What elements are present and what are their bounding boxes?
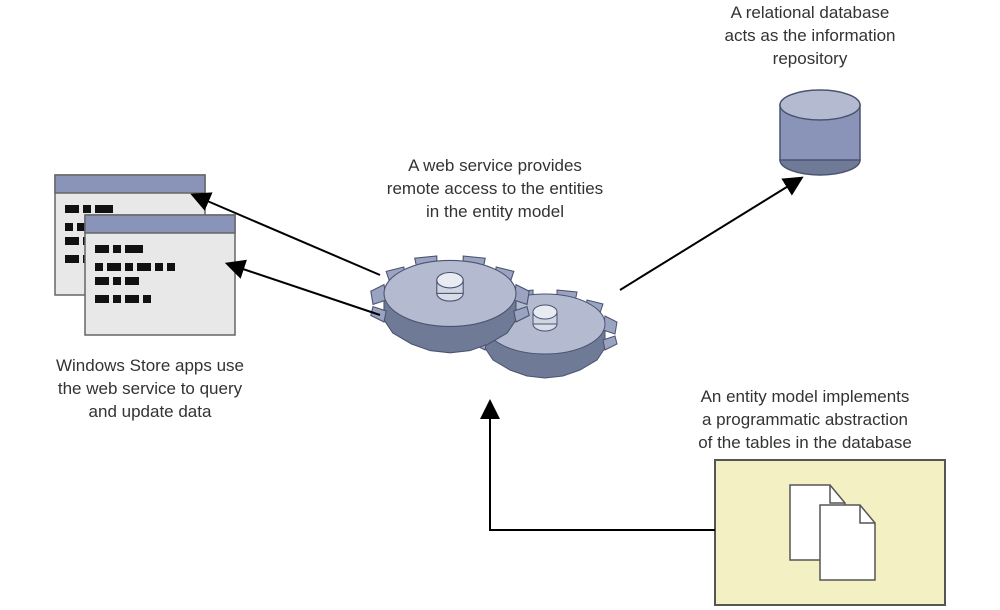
gears-icon <box>371 256 617 378</box>
windows-icons <box>55 175 235 335</box>
entity-model-box <box>715 460 945 605</box>
web-service-label: A web service providesremote access to t… <box>365 155 625 224</box>
database-icon <box>780 90 860 175</box>
apps-label: Windows Store apps usethe web service to… <box>40 355 260 424</box>
arrows <box>205 185 790 530</box>
entity-model-label: An entity model implementsa programmatic… <box>665 386 945 455</box>
database-label: A relational databaseacts as the informa… <box>680 2 940 71</box>
